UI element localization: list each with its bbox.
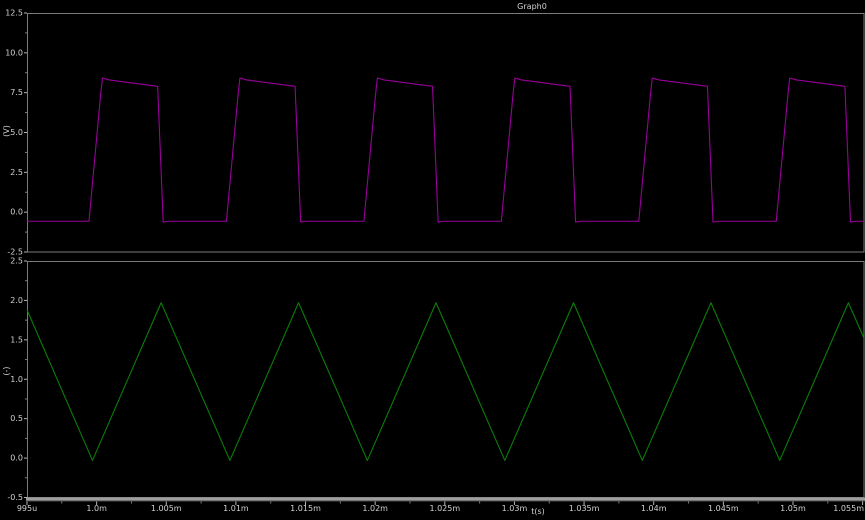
- x-tick-label: 1.045m: [708, 504, 739, 513]
- x-tick-label: 1.02m: [362, 504, 388, 513]
- x-axis-bar-shadow: [26, 501, 865, 502]
- y-tick-label: 1.5: [10, 335, 23, 344]
- top-plot-frame: [28, 14, 865, 253]
- y-tick-label: 2.5: [10, 257, 23, 266]
- x-axis-ticks: 995u 1.0m 1.005m 1.01m 1.015m 1.02m 1.025m 1.03…: [17, 502, 864, 514]
- graph-window: Graph0 12.5 10.0 7.5 5.0 2.5 0.0 -2.5 2.5 2.0 1.…: [0, 0, 865, 520]
- y-tick-label: 10.0: [5, 48, 23, 57]
- y-tick-label: 5.0: [10, 128, 23, 137]
- x-tick-label: 1.005m: [151, 504, 182, 513]
- bottom-plot-frame: [28, 262, 865, 498]
- x-axis-label: t(s): [531, 507, 545, 516]
- x-tick-label: 1.04m: [641, 504, 667, 513]
- x-tick-label: 1.05m: [780, 504, 806, 513]
- y-tick-label: 0.0: [10, 454, 23, 463]
- plot-canvas: Graph0 12.5 10.0 7.5 5.0 2.5 0.0 -2.5 2.5 2.0 1.…: [0, 0, 865, 520]
- x-tick-label: 995u: [17, 504, 37, 513]
- y-tick-label: 2.5: [10, 168, 23, 177]
- x-tick-label: 1.035m: [569, 504, 600, 513]
- x-tick-label: 1.03m: [502, 504, 528, 513]
- x-tick-label: 1.01m: [223, 504, 249, 513]
- y-tick-label: 1.0: [10, 375, 23, 384]
- waveform-traces: [27, 78, 864, 460]
- x-tick-label: 1.0m: [86, 504, 107, 513]
- y-tick-label: -0.5: [7, 493, 23, 502]
- square-wave-trace: [27, 78, 864, 222]
- y-tick-label: 2.0: [10, 296, 23, 305]
- y-tick-label: 12.5: [5, 9, 23, 18]
- y-tick-label: 0.0: [10, 208, 23, 217]
- bottom-y-axis-ticks: 2.5 2.0 1.5 1.0 0.5 0.0 -0.5: [7, 257, 27, 503]
- x-tick-label: 1.055m: [833, 504, 864, 513]
- x-tick-label: 1.025m: [429, 504, 460, 513]
- triangle-wave-trace: [27, 303, 864, 461]
- x-tick-label: 1.015m: [290, 504, 321, 513]
- y-tick-label: 0.5: [10, 414, 23, 423]
- y-tick-label: -2.5: [7, 248, 23, 257]
- chart-title: Graph0: [517, 2, 547, 11]
- bottom-y-axis-unit-label: (-): [2, 366, 11, 375]
- x-axis-bar: [26, 498, 865, 501]
- top-y-axis-unit-label: (V): [2, 125, 11, 137]
- y-tick-label: 7.5: [10, 88, 23, 97]
